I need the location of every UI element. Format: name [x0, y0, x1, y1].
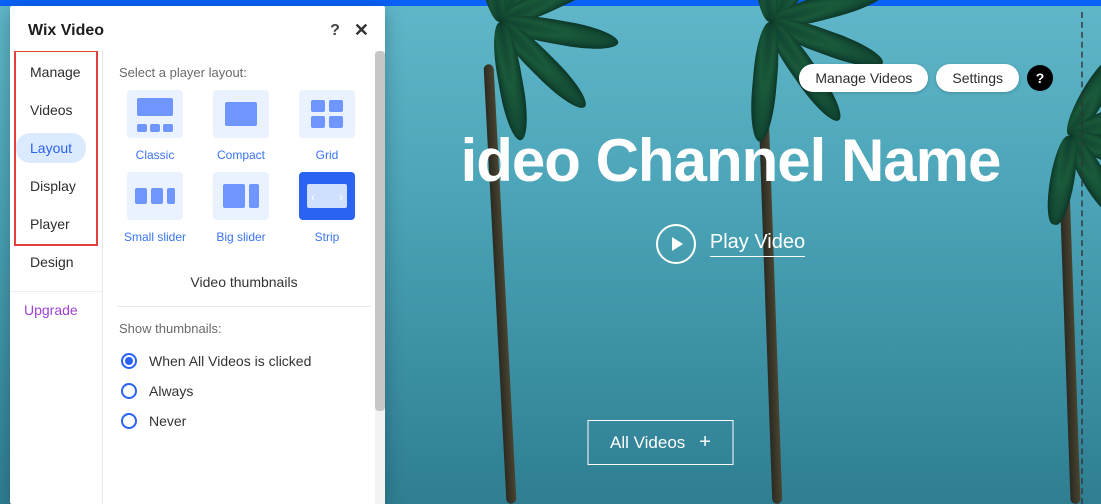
layout-option-compact[interactable]: Compact [203, 90, 279, 162]
strip-icon: ‹ › [299, 172, 355, 220]
layout-caption: Classic [136, 148, 175, 162]
classic-icon [127, 90, 183, 138]
radio-icon [121, 353, 137, 369]
sidebar-item-display[interactable]: Display [16, 171, 90, 201]
panel-content: Select a player layout: Classic Comp [102, 51, 385, 504]
panel-title: Wix Video [28, 22, 104, 40]
play-video-label: Play Video [710, 231, 805, 257]
close-icon[interactable]: ✕ [354, 20, 369, 41]
layout-caption: Compact [217, 148, 265, 162]
sidebar-item-videos[interactable]: Videos [16, 95, 87, 125]
thumbnail-option-never[interactable]: Never [103, 406, 385, 436]
show-thumbnails-label: Show thumbnails: [103, 307, 385, 346]
thumbnail-option-when-clicked[interactable]: When All Videos is clicked [103, 346, 385, 376]
select-layout-label: Select a player layout: [103, 51, 385, 90]
thumbnails-section-title: Video thumbnails [117, 258, 371, 307]
panel-header: Wix Video ? ✕ [10, 6, 385, 51]
layout-option-grid[interactable]: Grid [289, 90, 365, 162]
page-guide-line [1081, 12, 1083, 504]
channel-name-heading: ideo Channel Name [400, 126, 1061, 195]
sidebar-item-design[interactable]: Design [16, 247, 88, 277]
wix-video-panel: Wix Video ? ✕ Manage Videos Layout Displ… [10, 6, 385, 504]
layout-option-small-slider[interactable]: Small slider [117, 172, 193, 244]
panel-sidebar: Manage Videos Layout Display Player Desi… [10, 51, 102, 504]
layout-option-big-slider[interactable]: Big slider [203, 172, 279, 244]
layout-option-strip[interactable]: ‹ › Strip [289, 172, 365, 244]
play-icon [656, 224, 696, 264]
layout-caption: Big slider [216, 230, 265, 244]
upgrade-link[interactable]: Upgrade [10, 291, 102, 328]
layout-options: Classic Compact Grid [103, 90, 385, 258]
grid-icon [299, 90, 355, 138]
radio-icon [121, 413, 137, 429]
radio-label: Never [149, 413, 186, 429]
layout-caption: Grid [316, 148, 339, 162]
all-videos-label: All Videos [610, 433, 685, 453]
floating-actions: Manage Videos Settings ? [799, 64, 1053, 92]
help-icon[interactable]: ? [1027, 65, 1053, 91]
radio-icon [121, 383, 137, 399]
layout-option-classic[interactable]: Classic [117, 90, 193, 162]
scrollbar[interactable] [375, 51, 385, 504]
layout-caption: Strip [315, 230, 340, 244]
manage-videos-button[interactable]: Manage Videos [799, 64, 928, 92]
sidebar-item-manage[interactable]: Manage [16, 57, 95, 87]
plus-icon: + [699, 431, 711, 454]
thumbnail-option-always[interactable]: Always [103, 376, 385, 406]
all-videos-button[interactable]: All Videos + [587, 420, 734, 465]
layout-caption: Small slider [124, 230, 186, 244]
play-video-button[interactable]: Play Video [656, 224, 805, 264]
radio-label: Always [149, 383, 193, 399]
compact-icon [213, 90, 269, 138]
big-slider-icon [213, 172, 269, 220]
panel-help-icon[interactable]: ? [330, 22, 340, 40]
sidebar-item-layout[interactable]: Layout [16, 133, 86, 163]
sidebar-item-player[interactable]: Player [16, 209, 84, 239]
small-slider-icon [127, 172, 183, 220]
settings-button[interactable]: Settings [936, 64, 1019, 92]
radio-label: When All Videos is clicked [149, 353, 311, 369]
